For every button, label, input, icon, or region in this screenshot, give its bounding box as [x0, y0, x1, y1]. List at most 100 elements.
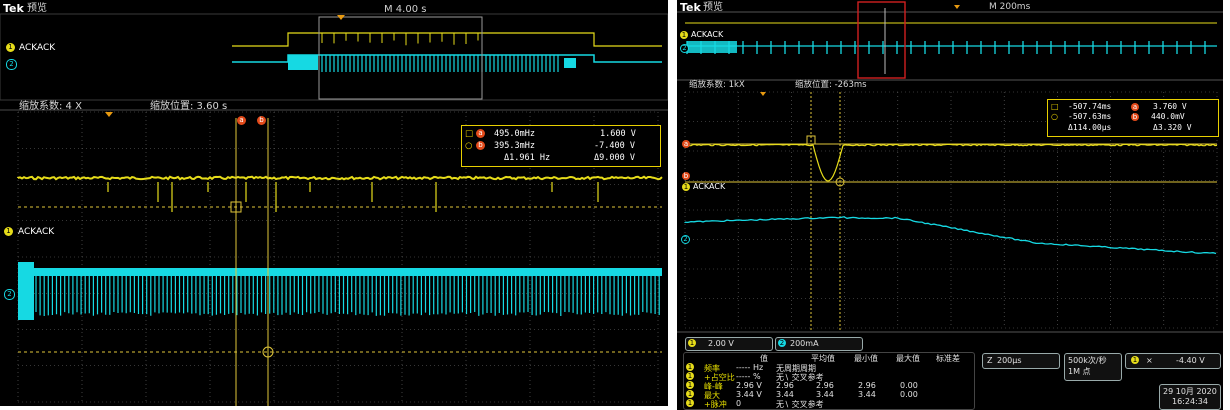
cursor-a-value: 495.0mHz [494, 129, 535, 139]
cursor-delta-voltage: Δ3.320 V [1153, 123, 1192, 132]
measurement-value: 2.96 V [736, 381, 762, 390]
ch1-scale-box[interactable]: 1 2.00 V [685, 337, 773, 351]
zoom-ch2-burst [18, 262, 34, 320]
cursor-a-marker[interactable]: a [682, 140, 690, 148]
cursor-b-value: 395.3mHz [494, 141, 535, 151]
cursor-b-icon: b [1131, 113, 1139, 121]
cursor-b-voltage: -7.400 V [594, 141, 635, 151]
sample-rate: 500k次/秒 [1068, 356, 1107, 365]
cursor-b-marker[interactable]: b [682, 172, 690, 180]
trigger-level: -4.40 V [1176, 356, 1205, 365]
measurement-value: 3.44 V [736, 390, 762, 399]
cursor-a-square-icon: □ [465, 129, 474, 139]
ch1-label: ACKACK [691, 30, 724, 39]
ch1-marker[interactable]: 1 [680, 31, 688, 39]
cursor-b-marker[interactable]: b [257, 116, 266, 125]
cursor-a-icon: a [1131, 103, 1139, 111]
timebase-label: M 4.00 s [384, 4, 427, 15]
ch1-scale-value: 2.00 V [708, 339, 734, 348]
zoom-position-label: 缩放位置: 3.60 s [150, 101, 228, 112]
ch2-scale-box[interactable]: 2 200mA [775, 337, 863, 351]
timebase-label: M 200ms [989, 2, 1031, 12]
cursor-b-circle-icon: ○ [465, 141, 473, 151]
overview-ch2-burst [687, 41, 737, 53]
overview-ch2-burst [564, 58, 576, 68]
ch1-scale-icon: 1 [688, 339, 696, 347]
zoom-ch2-marker[interactable]: 2 [4, 289, 15, 300]
mode-label: 预览 [703, 2, 723, 13]
record-length: 1M 点 [1068, 367, 1091, 376]
measurement-min: 3.44 [816, 390, 834, 399]
oscilloscope-screen-left: Tek 预览 M 4.00 s 1 ACKACK 2 缩放系数: 4 X 缩放位… [0, 0, 668, 406]
measurement-channel-icon: 1 [686, 363, 694, 371]
measurement-name: +脉冲 [704, 400, 727, 409]
measurement-channel-icon: 1 [686, 390, 694, 398]
overview-ch2-burst [288, 55, 318, 70]
zoom-ch1-marker[interactable]: 1 [4, 227, 13, 236]
cursor-b-voltage: 440.0mV [1151, 112, 1185, 121]
cursor-a-square-icon: □ [1051, 102, 1059, 111]
measurement-min: 2.96 [816, 381, 834, 390]
horizontal-scale-value: 200μs [997, 356, 1022, 365]
measurement-mean: 3.44 [776, 390, 794, 399]
measurement-row[interactable]: 1 +占空比 ----- % 无∖ 交叉参考 [684, 372, 972, 382]
cursor-delta-voltage: Δ9.000 V [594, 153, 635, 163]
cursor-readout-box: □ -507.74ms a 3.760 V ○ -507.63ms b 440.… [1047, 99, 1219, 137]
trigger-channel-icon: 1 [1131, 356, 1139, 364]
measurement-std: 0.00 [900, 390, 918, 399]
zoom-factor-label: 缩放系数: 1kX [689, 80, 745, 90]
datetime-box: 29 10月 2020 16:24:34 [1159, 384, 1221, 410]
date-label: 29 10月 2020 [1163, 387, 1217, 396]
waveform-display-left [0, 0, 668, 406]
measurement-value: ----- Hz [736, 363, 764, 372]
ch1-marker[interactable]: 1 [6, 43, 15, 52]
cursor-a-value: -507.74ms [1068, 102, 1112, 111]
cursor-b-value: -507.63ms [1068, 112, 1112, 121]
horizontal-scale-box[interactable]: Z 200μs [982, 353, 1060, 369]
zoom-ch1-label: ACKACK [693, 182, 726, 191]
measurement-channel-icon: 1 [686, 399, 694, 407]
cursor-b-circle-icon: ○ [1051, 112, 1058, 121]
measurement-row[interactable]: 1 最大 3.44 V 3.44 3.44 3.44 0.00 [684, 390, 972, 400]
oscilloscope-screen-right: Tek 预览 M 200ms 1 ACKACK 2 缩放系数: 1kX 缩放位置… [677, 0, 1223, 410]
measurement-std: 0.00 [900, 381, 918, 390]
zoom-ch1-marker[interactable]: 1 [682, 183, 690, 191]
cursor-b-icon: b [476, 141, 485, 150]
cursor-a-icon: a [476, 129, 485, 138]
cursor-delta-value: Δ1.961 Hz [504, 153, 551, 163]
cursor-a-voltage: 3.760 V [1153, 102, 1187, 111]
brand-label: Tek [680, 1, 701, 14]
zoom-ch1-label: ACKACK [18, 227, 55, 237]
time-label: 16:24:34 [1172, 397, 1208, 406]
measurement-table[interactable]: 值 平均值 最小值 最大值 标准差 1 频率 ----- Hz 无周期周期 1 +占空比 -… [683, 352, 975, 410]
measurement-row[interactable]: 1 峰-峰 2.96 V 2.96 2.96 2.96 0.00 [684, 381, 972, 391]
zoom-icon: Z [987, 356, 993, 365]
ch2-marker[interactable]: 2 [6, 59, 17, 70]
measurement-value: ----- % [736, 372, 761, 381]
ch2-scale-value: 200mA [790, 339, 819, 348]
measurement-mean: 2.96 [776, 381, 794, 390]
status-bar: 1 2.00 V 2 200mA 值 平均值 最小值 最大值 标准差 1 频率 --… [677, 334, 1223, 410]
measurement-channel-icon: 1 [686, 372, 694, 380]
measurement-row[interactable]: 1 +脉冲 0 无∖ 交叉参考 [684, 399, 972, 409]
mode-label: 预览 [27, 3, 47, 14]
brand-label: Tek [3, 2, 24, 15]
cursor-a-marker[interactable]: a [237, 116, 246, 125]
measurement-max: 3.44 [858, 390, 876, 399]
measurement-row[interactable]: 1 频率 ----- Hz 无周期周期 [684, 363, 972, 373]
measurement-mean: 无∖ 交叉参考 [776, 400, 824, 409]
measurement-value: 0 [736, 399, 742, 408]
cursor-delta-value: Δ114.00μs [1068, 123, 1112, 132]
measurement-max: 2.96 [858, 381, 876, 390]
zoom-factor-label: 缩放系数: 4 X [19, 101, 82, 112]
ch2-marker[interactable]: 2 [680, 44, 689, 53]
zoom-ch2-marker[interactable]: 2 [681, 235, 690, 244]
zoom-position-label: 缩放位置: -263ms [795, 80, 867, 90]
trigger-box[interactable]: 1 ⨯ -4.40 V [1125, 353, 1221, 369]
ch1-label: ACKACK [19, 43, 56, 53]
ch2-scale-icon: 2 [778, 339, 786, 347]
cursor-a-voltage: 1.600 V [600, 129, 636, 139]
cursor-readout-box: □ a 495.0mHz 1.600 V ○ b 395.3mHz -7.400… [461, 125, 661, 167]
measurement-channel-icon: 1 [686, 381, 694, 389]
acquisition-box[interactable]: 500k次/秒 1M 点 [1064, 353, 1122, 381]
